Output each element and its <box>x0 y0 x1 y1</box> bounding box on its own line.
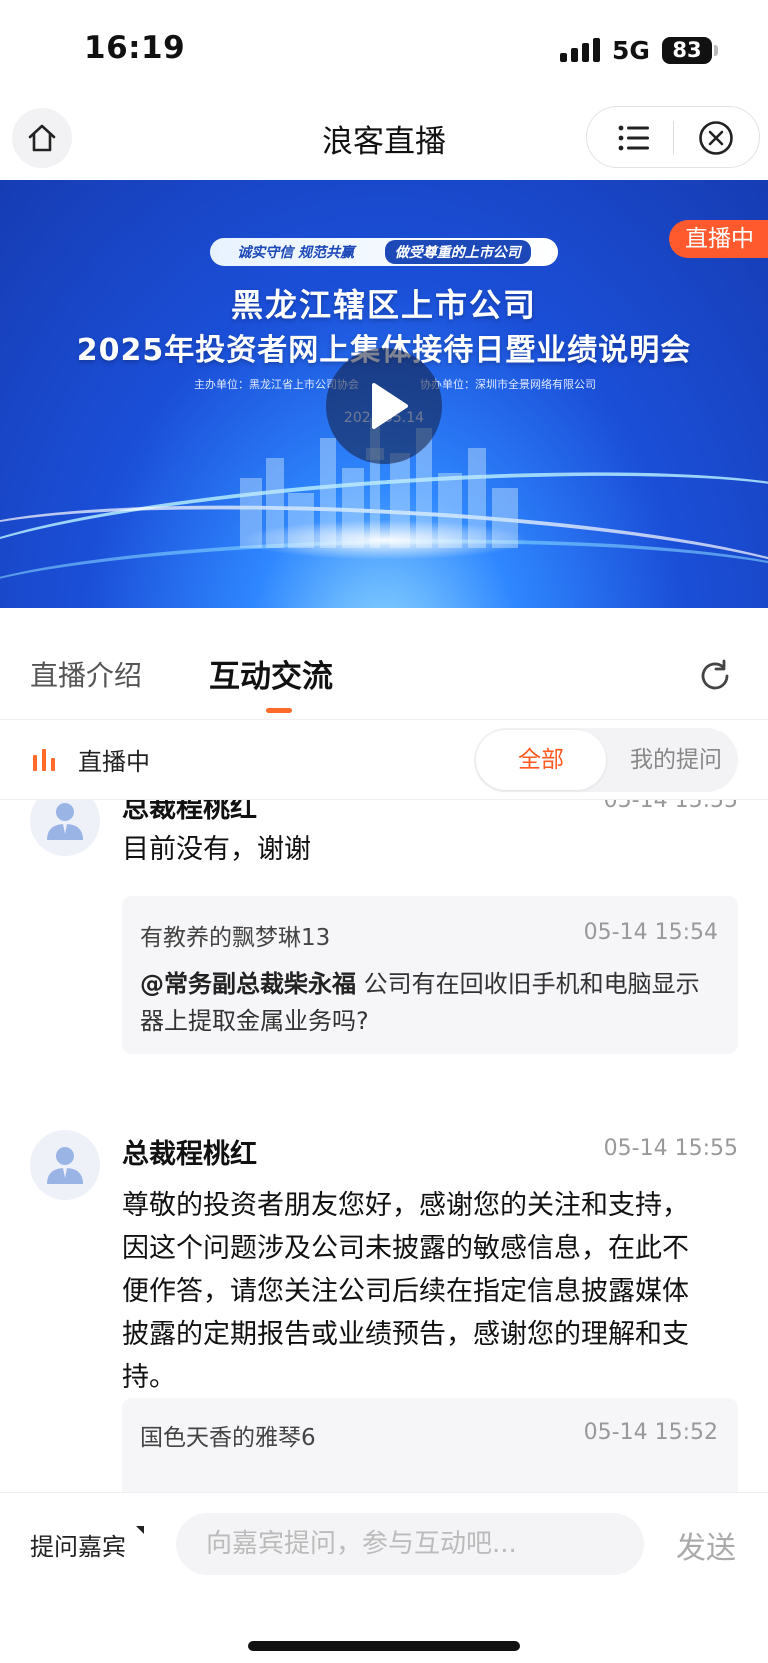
tab-live-intro[interactable]: 直播介绍 <box>30 654 142 694</box>
filter-my-questions-button[interactable]: 我的提问 <box>616 728 736 792</box>
live-bars-icon <box>33 749 55 771</box>
slogan-left: 诚实守信 规范共赢 <box>237 245 355 261</box>
message-text: 尊敬的投资者朋友您好，感谢您的关注和支持，因这个问题涉及公司未披露的敏感信息，在… <box>122 1190 689 1393</box>
live-status-label: 直播中 <box>78 748 150 776</box>
avatar <box>30 1130 100 1200</box>
banner-title-line1: 黑龙江辖区上市公司 <box>230 286 537 324</box>
message-author: 总裁程桃红 <box>122 800 257 824</box>
live-video-player[interactable]: 直播中 诚实守信 规范共赢 做受尊重的上市公司 黑龙江辖区上市公司 2025年投… <box>0 180 768 608</box>
battery-icon: 83 <box>662 37 712 64</box>
quoted-asker: 国色天香的雅琴6 <box>140 1425 316 1451</box>
send-button[interactable]: 发送 <box>676 1523 736 1567</box>
filter-bar: 直播中 全部 我的提问 <box>0 720 768 800</box>
quoted-question: 国色天香的雅琴6 05-14 15:52 <box>122 1398 738 1492</box>
menu-icon[interactable] <box>617 121 651 155</box>
quoted-text: @常务副总裁柴永福 公司有在回收旧手机和电脑显示器上提取金属业务吗? <box>140 966 710 1040</box>
status-time: 16:19 <box>84 30 186 66</box>
message-time: 05-14 15:55 <box>603 1136 738 1161</box>
slogan-right: 做受尊重的上市公司 <box>384 240 531 264</box>
question-composer: 提问嘉宾 发送 <box>0 1492 768 1663</box>
quoted-mention: @常务副总裁柴永福 <box>140 970 356 998</box>
message-feed[interactable]: 总裁程桃红 05-14 15:55 目前没有，谢谢 有教养的飘梦琳13 05-1… <box>0 800 768 1492</box>
tab-interaction[interactable]: 互动交流 <box>209 651 333 696</box>
status-bar: 16:19 5G 83 <box>0 0 768 100</box>
network-type: 5G <box>612 36 650 65</box>
tab-bar: 直播介绍 互动交流 <box>0 608 768 720</box>
play-icon <box>372 383 408 429</box>
list-item: 总裁程桃红 05-14 15:55 目前没有，谢谢 有教养的飘梦琳13 05-1… <box>0 800 768 1086</box>
quoted-time: 05-14 15:52 <box>583 1420 718 1445</box>
banner-co-organizer: 协办单位：深圳市全景网络有限公司 <box>420 378 596 391</box>
filter-all-button[interactable]: 全部 <box>476 730 606 790</box>
refresh-icon[interactable] <box>697 658 733 694</box>
message-text: 目前没有，谢谢 <box>122 834 311 865</box>
battery-tip <box>714 45 718 56</box>
live-badge: 直播中 <box>669 220 768 258</box>
quoted-time: 05-14 15:54 <box>583 920 718 945</box>
question-filter-toggle: 全部 我的提问 <box>474 728 738 792</box>
question-input[interactable] <box>176 1513 644 1575</box>
message-time: 05-14 15:55 <box>603 800 738 813</box>
quoted-asker: 有教养的飘梦琳13 <box>140 925 331 951</box>
banner-glow <box>240 520 530 560</box>
signal-icon <box>560 38 602 62</box>
play-button[interactable] <box>326 348 442 464</box>
banner-slogan: 诚实守信 规范共赢 做受尊重的上市公司 <box>210 238 558 266</box>
user-avatar-icon <box>47 1147 83 1184</box>
close-icon[interactable] <box>697 119 735 157</box>
mini-program-capsule <box>586 106 760 168</box>
list-item: 总裁程桃红 05-14 15:55 尊敬的投资者朋友您好，感谢您的关注和支持，因… <box>0 1130 768 1492</box>
home-indicator <box>248 1641 520 1651</box>
caret-down-icon <box>136 1526 144 1534</box>
quoted-question: 有教养的飘梦琳13 05-14 15:54 @常务副总裁柴永福 公司有在回收旧手… <box>122 896 738 1054</box>
ask-guest-selector[interactable]: 提问嘉宾 <box>30 1527 126 1562</box>
capsule-divider <box>673 121 674 155</box>
message-author: 总裁程桃红 <box>122 1139 257 1170</box>
active-tab-indicator <box>266 708 292 713</box>
user-avatar-icon <box>47 803 83 840</box>
nav-bar: 浪客直播 <box>0 100 768 180</box>
avatar <box>30 800 100 856</box>
